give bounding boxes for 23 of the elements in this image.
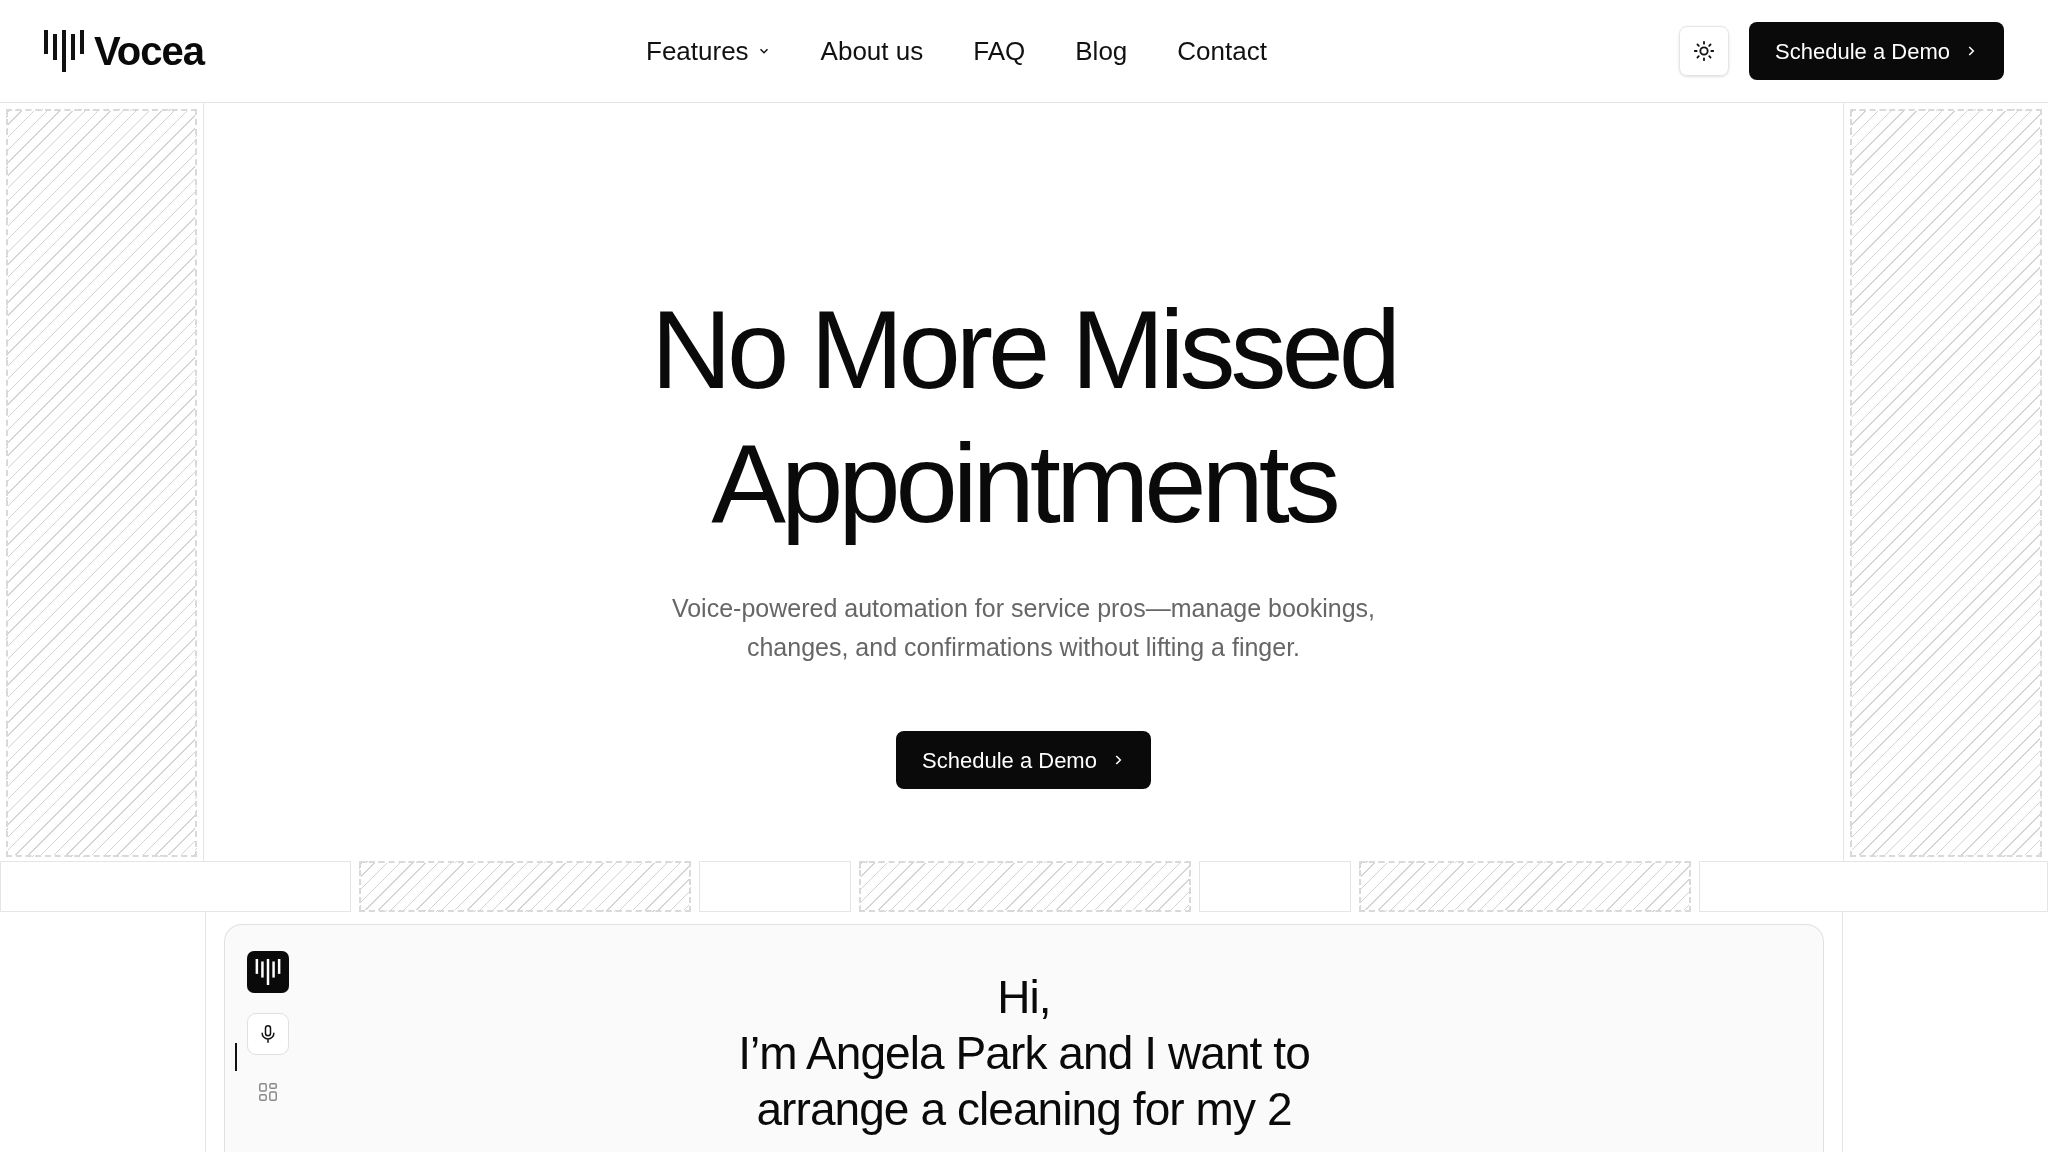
headline: Appointments [711,420,1336,548]
nav-link[interactable]: Blog [1075,31,1128,71]
brand-name: Vocea [94,28,204,75]
nav-dropdown[interactable]: Features [646,31,771,71]
schedule-demo-button[interactable]: Schedule a Demo [1749,22,2004,80]
nav-link[interactable]: About us [820,31,924,71]
sun-icon [1693,40,1716,62]
cursor-mark [235,1043,237,1071]
logo-icon [44,30,84,72]
message-line: Hi, [997,970,1051,1025]
nav-link[interactable]: FAQ [973,31,1026,71]
microphone-icon [258,1023,278,1045]
grid-icon[interactable] [257,1081,279,1103]
headline: No More Missed [651,286,1396,414]
message-line: arrange a cleaning for my 2 [756,1082,1292,1137]
microphone-button[interactable] [247,1013,289,1055]
nav-link[interactable]: Contact [1177,31,1267,71]
schedule-demo-button[interactable]: Schedule a Demo [896,731,1151,789]
subtitle-line: changes, and confirmations without lifting a finger. [746,632,1301,663]
theme-toggle-button[interactable] [1679,26,1730,76]
logo-icon [247,951,289,993]
subtitle-line: Voice-powered automation for service pros—manage bookings, [671,593,1376,624]
message-line: I’m Angela Park and I want to [738,1026,1310,1081]
